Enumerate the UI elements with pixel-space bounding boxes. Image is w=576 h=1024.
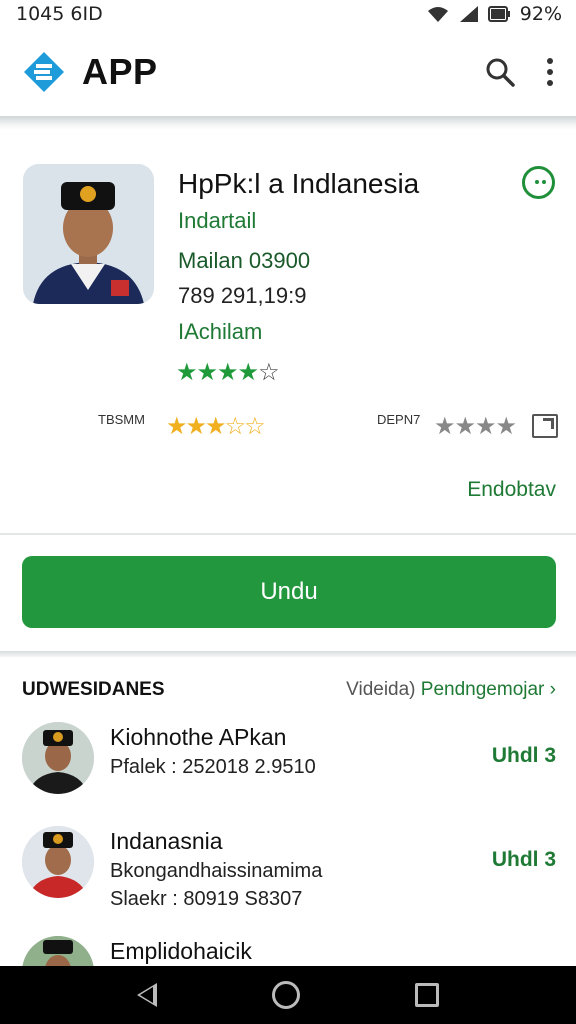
status-bar: 1045 6ID 92% [0,0,576,28]
list-item-title: Indanasnia [110,828,223,854]
app-meta-line1: Mailan 03900 [178,248,311,273]
star-filled-icon: ★★★★ [176,359,259,386]
system-nav-bar [0,966,576,1024]
section-see-more[interactable]: Videida) Pendngemojar › [346,679,556,701]
list-item[interactable]: Indanasnia Bkongandhaissinamima Slaekr :… [0,826,576,930]
battery-icon [487,6,510,22]
search-icon[interactable] [484,56,516,88]
back-icon[interactable] [137,983,158,1007]
open-external-icon[interactable] [532,414,558,438]
list-item-avatar [22,936,94,966]
rating-left-stars: ★★★☆☆ [166,413,266,440]
star-empty-icon: ☆ [258,359,279,386]
rating-stars: ★★★★☆ [176,358,280,387]
battery-text: 92% [519,3,562,25]
list-item-meta: Slaekr : 80919 S8307 [110,888,303,910]
appbar-shadow [0,116,576,130]
rating-right-label: DEPN7 [377,412,421,427]
list-item-title: Kiohnothe APkan [110,724,287,750]
list-item-avatar [22,826,94,898]
app-category[interactable]: IAchilam [178,319,262,345]
list-item-install-button[interactable]: Uhdl 3 [492,848,556,872]
section-title: UDWESIDANES [22,679,165,700]
list-item-install-button[interactable]: Uhdl 3 [492,744,556,768]
wifi-icon [427,7,448,22]
home-icon[interactable] [271,981,300,1009]
list-item-title: Emplidohaicik [110,938,252,964]
rating-left-label: TBSMM [98,412,145,427]
section-right-text: Videida) [346,679,416,700]
status-time: 1045 6ID [16,3,103,25]
list-item[interactable]: Emplidohaicik [0,936,576,966]
divider [0,533,576,535]
chevron-right-icon[interactable]: › [550,679,556,700]
section-more-link[interactable]: Pendngemojar [421,679,545,700]
app-logo-icon[interactable] [22,50,66,94]
section-divider [0,651,576,657]
more-vert-icon[interactable] [544,56,556,88]
rating-right-stars: ★★★★ [434,413,517,440]
app-meta-line2: 789 291,19:9 [178,283,307,308]
recents-icon[interactable] [414,983,439,1007]
install-button[interactable]: Undu [22,556,556,628]
app-detail-card: HpPk:l a Indlanesia Indartail Mailan 039… [0,130,576,534]
section-header: UDWESIDANES Videida) Pendngemojar › [22,676,556,704]
list-item-subtitle: Bkongandhaissinamima [110,860,323,882]
list-item-avatar [22,722,94,794]
more-options-icon[interactable] [522,166,555,199]
list-item-subtitle: Pfalek : 252018 2.9510 [110,756,316,778]
developer-link[interactable]: Indartail [178,208,256,234]
app-bar: APP [0,28,576,116]
details-link[interactable]: Endobtav [467,478,556,502]
app-avatar[interactable] [23,164,154,304]
app-title: APP [82,51,158,92]
list-item[interactable]: Kiohnothe APkan Pfalek : 252018 2.9510 U… [0,722,576,826]
app-name: HpPk:l a Indlanesia [178,168,420,199]
signal-icon [459,6,478,22]
status-icons: 92% [426,3,562,25]
